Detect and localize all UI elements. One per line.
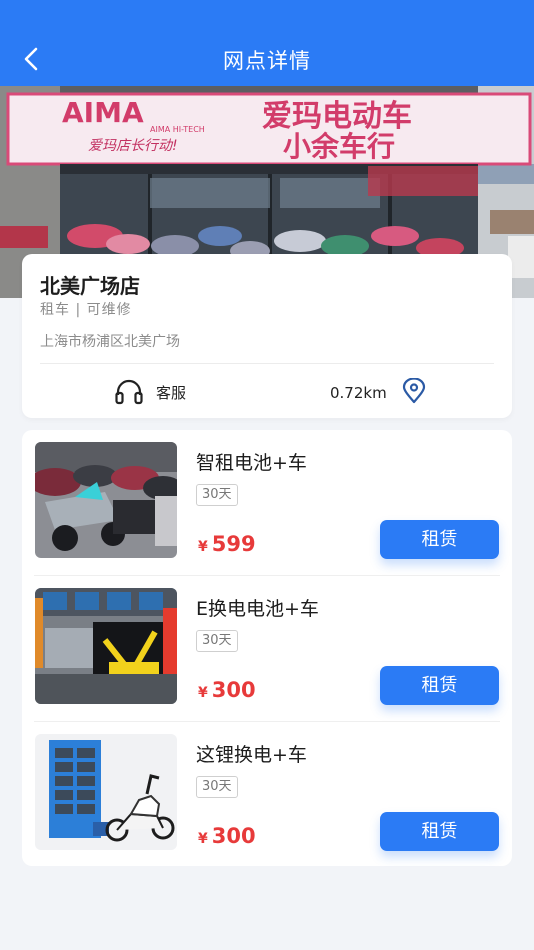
product-price: ¥300 bbox=[198, 824, 256, 848]
page-title: 网点详情 bbox=[223, 49, 311, 73]
product-item: E换电电池+车 30天 ¥300 租赁 bbox=[22, 576, 512, 722]
sign-line1: 爱玛电动车 bbox=[262, 99, 412, 134]
sign-brand-sub: AIMA HI-TECH bbox=[150, 125, 205, 134]
currency-symbol: ¥ bbox=[198, 685, 208, 701]
sign-line2: 小余车行 bbox=[283, 130, 395, 163]
store-tags: 租车 | 可维修 bbox=[40, 302, 132, 318]
location-pin-icon bbox=[402, 377, 426, 404]
duration-tag: 30天 bbox=[196, 776, 238, 798]
duration-tag: 30天 bbox=[196, 484, 238, 506]
product-image bbox=[35, 442, 177, 558]
product-item: 这锂换电+车 30天 ¥300 租赁 bbox=[22, 722, 512, 868]
product-name: 智租电池+车 bbox=[196, 452, 307, 474]
distance-label: 0.72km bbox=[330, 384, 387, 402]
duration-tag: 30天 bbox=[196, 630, 238, 652]
price-amount: 300 bbox=[211, 678, 256, 702]
product-image bbox=[35, 588, 177, 704]
customer-service-label: 客服 bbox=[156, 383, 187, 402]
rent-button[interactable]: 租赁 bbox=[380, 520, 499, 559]
customer-service-button[interactable]: 客服 bbox=[114, 378, 186, 406]
store-name: 北美广场店 bbox=[40, 274, 140, 298]
product-image bbox=[35, 734, 177, 850]
sign-brand: AIMA bbox=[62, 96, 144, 129]
location-button[interactable] bbox=[402, 377, 426, 404]
sign-slogan: 爱玛店长行动! bbox=[88, 138, 178, 154]
price-amount: 599 bbox=[211, 532, 256, 556]
rent-button[interactable]: 租赁 bbox=[380, 812, 499, 851]
product-price: ¥599 bbox=[198, 532, 256, 556]
headset-icon bbox=[115, 379, 143, 405]
currency-symbol: ¥ bbox=[198, 539, 208, 555]
app-header: 网点详情 bbox=[0, 0, 534, 86]
product-name: E换电电池+车 bbox=[196, 598, 319, 620]
product-list: 智租电池+车 30天 ¥599 租赁 E换电电池+车 30天 ¥ 300 租赁 … bbox=[22, 430, 512, 866]
price-amount: 300 bbox=[211, 824, 256, 848]
product-item: 智租电池+车 30天 ¥599 租赁 bbox=[22, 430, 512, 576]
store-info-card: 北美广场店 租车 | 可维修 上海市杨浦区北美广场 客服 0.72km bbox=[22, 254, 512, 418]
rent-button[interactable]: 租赁 bbox=[380, 666, 499, 705]
store-address: 上海市杨浦区北美广场 bbox=[40, 334, 180, 350]
product-name: 这锂换电+车 bbox=[196, 744, 307, 766]
product-price: ¥300 bbox=[198, 678, 256, 702]
divider bbox=[40, 363, 494, 364]
currency-symbol: ¥ bbox=[198, 831, 208, 847]
